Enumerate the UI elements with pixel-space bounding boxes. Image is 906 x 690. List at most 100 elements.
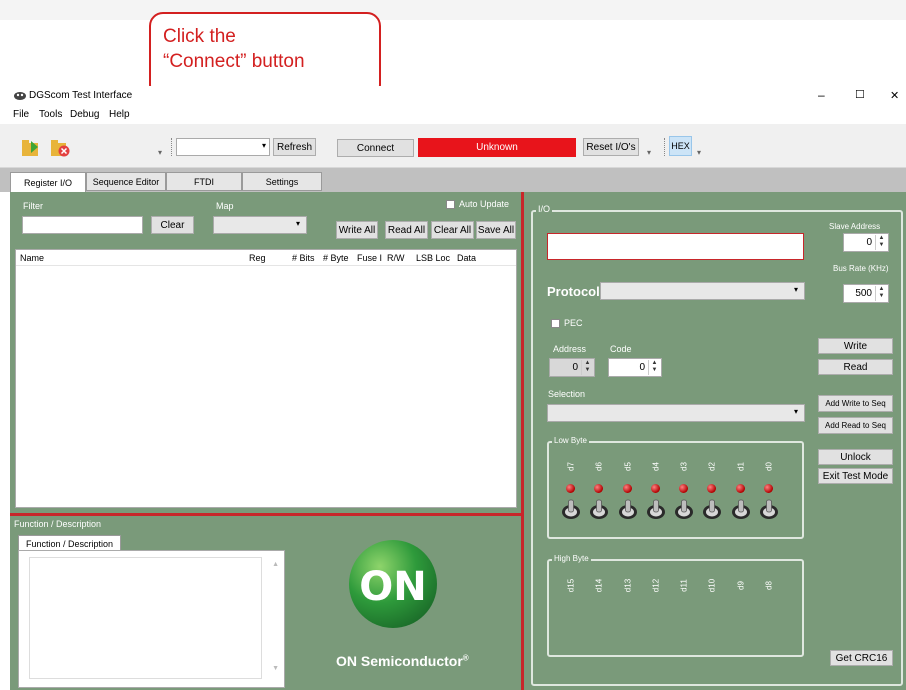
column-header[interactable]: # Bits (292, 253, 315, 263)
io-title: I/O (536, 204, 553, 214)
toolbar-grip-icon: ▾ (158, 148, 163, 157)
bit-led-indicator (707, 484, 716, 493)
slave-address-label: Slave Address (829, 222, 881, 231)
tab-settings[interactable]: Settings (242, 172, 322, 191)
tab-ftdi[interactable]: FTDI (166, 172, 242, 191)
add-read-to-seq-button[interactable]: Add Read to Seq (818, 417, 893, 434)
high-byte-group (547, 559, 804, 657)
toolbar-grip-icon-3: ▾ (697, 148, 702, 157)
column-header[interactable]: R/W (387, 253, 405, 263)
toolbar-separator (171, 138, 172, 156)
reset-ios-button[interactable]: Reset I/O's (583, 138, 639, 156)
bit-led-indicator (566, 484, 575, 493)
toggle-switch-icon[interactable] (561, 498, 581, 520)
scroll-up-icon[interactable]: ▲ (272, 561, 279, 568)
clear-button[interactable]: Clear (151, 216, 194, 234)
menu-help[interactable]: Help (109, 109, 130, 120)
auto-update-checkbox[interactable] (446, 200, 455, 209)
registered-mark: ® (462, 653, 469, 663)
function-section-label: Function / Description (14, 519, 102, 529)
callout-line-2: “Connect” button (163, 51, 305, 72)
save-all-button[interactable]: Save All (476, 221, 516, 239)
on-semi-logo-icon: ON (349, 540, 437, 628)
bit-led-indicator (594, 484, 603, 493)
column-header[interactable]: Name (20, 253, 44, 263)
map-select[interactable]: ▾ (213, 216, 307, 234)
filter-label: Filter (23, 201, 43, 211)
bit-label: d2 (707, 462, 717, 471)
open-folder-icon[interactable] (20, 137, 42, 159)
io-text-field[interactable] (547, 233, 804, 260)
menu-debug[interactable]: Debug (70, 109, 99, 120)
slave-address-spinner[interactable]: 0 ▲ ▼ (843, 233, 889, 252)
toggle-switch-icon[interactable] (618, 498, 638, 520)
chevron-down-icon: ▾ (793, 285, 798, 294)
description-textbox[interactable]: ▲ ▼ (18, 550, 285, 688)
spinner-arrows-icon[interactable]: ▲ ▼ (581, 360, 593, 375)
menu-tools[interactable]: Tools (39, 109, 62, 120)
map-label: Map (216, 201, 234, 211)
close-button[interactable]: ✕ (890, 89, 899, 102)
spinner-arrows-icon[interactable]: ▲ ▼ (875, 235, 887, 250)
close-file-icon[interactable] (49, 137, 71, 159)
toggle-switch-icon[interactable] (702, 498, 722, 520)
pec-checkbox[interactable] (551, 319, 560, 328)
column-header[interactable]: Fuse I (357, 253, 382, 263)
bit-led-indicator (764, 484, 773, 493)
read-all-button[interactable]: Read All (385, 221, 428, 239)
toggle-switch-icon[interactable] (759, 498, 779, 520)
address-spinner[interactable]: 0 ▲ ▼ (549, 358, 595, 377)
bit-label: d5 (623, 462, 633, 471)
toolbar-grip-icon-2: ▾ (647, 148, 652, 157)
bus-rate-label: Bus Rate (KHz) (833, 264, 889, 273)
auto-update-label: Auto Update (459, 199, 510, 209)
code-spinner[interactable]: 0 ▲ ▼ (608, 358, 662, 377)
bit-led-indicator (736, 484, 745, 493)
toolbar: ▾ ▾ Refresh Connect Unknown Reset I/O's … (0, 124, 906, 168)
column-header[interactable]: Data (457, 253, 476, 263)
chevron-down-icon: ▾ (261, 141, 266, 150)
toggle-switch-icon[interactable] (731, 498, 751, 520)
address-label: Address (553, 344, 587, 354)
bus-rate-value: 500 (855, 288, 872, 299)
port-select[interactable]: ▾ (176, 138, 270, 156)
column-header[interactable]: # Byte (323, 253, 349, 263)
selection-select[interactable]: ▾ (547, 404, 805, 422)
toggle-switch-icon[interactable] (646, 498, 666, 520)
column-header[interactable]: Reg (249, 253, 266, 263)
address-value: 0 (572, 362, 578, 373)
spinner-arrows-icon[interactable]: ▲ ▼ (875, 286, 887, 301)
tab-sequence-editor[interactable]: Sequence Editor (86, 172, 166, 191)
filter-input[interactable] (22, 216, 143, 234)
write-button[interactable]: Write (818, 338, 893, 354)
spinner-arrows-icon[interactable]: ▲ ▼ (648, 360, 660, 375)
bit-led-indicator (623, 484, 632, 493)
textbox-inner (29, 557, 262, 679)
bus-rate-spinner[interactable]: 500 ▲ ▼ (843, 284, 889, 303)
register-table[interactable]: Name Reg # Bits # Byte Fuse I R/W LSB Lo… (15, 249, 517, 508)
column-header[interactable]: LSB Loc (416, 253, 450, 263)
register-panel: Filter Map Auto Update Clear ▾ Write All… (10, 192, 522, 514)
get-crc16-button[interactable]: Get CRC16 (830, 650, 893, 666)
hex-toggle[interactable]: HEX (669, 136, 692, 156)
toggle-switch-icon[interactable] (674, 498, 694, 520)
read-button[interactable]: Read (818, 359, 893, 375)
table-header: Name Reg # Bits # Byte Fuse I R/W LSB Lo… (16, 250, 516, 266)
exit-test-mode-button[interactable]: Exit Test Mode (818, 468, 893, 484)
write-all-button[interactable]: Write All (336, 221, 378, 239)
refresh-button[interactable]: Refresh (273, 138, 316, 156)
minimize-button[interactable]: – (818, 88, 825, 102)
unlock-button[interactable]: Unlock (818, 449, 893, 465)
logo-mark: ON (359, 564, 426, 610)
clear-all-button[interactable]: Clear All (431, 221, 474, 239)
tab-register-io[interactable]: Register I/O (10, 172, 86, 193)
maximize-button[interactable]: ☐ (855, 88, 865, 101)
add-write-to-seq-button[interactable]: Add Write to Seq (818, 395, 893, 412)
protocol-select[interactable]: ▾ (600, 282, 805, 300)
bit-label: d12 (651, 578, 661, 593)
toggle-switch-icon[interactable] (589, 498, 609, 520)
tab-function-description[interactable]: Function / Description (18, 535, 121, 551)
menu-file[interactable]: File (13, 109, 29, 120)
scroll-down-icon[interactable]: ▼ (272, 665, 279, 672)
connect-button[interactable]: Connect (337, 139, 414, 157)
